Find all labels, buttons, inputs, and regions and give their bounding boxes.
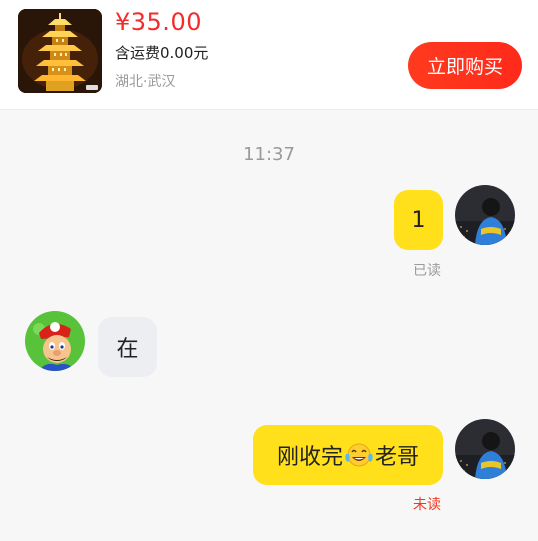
night-city-avatar-icon xyxy=(455,419,515,479)
seller-message-bubble[interactable]: 在 xyxy=(98,317,157,377)
my-avatar[interactable] xyxy=(455,419,515,479)
product-header: ¥35.00 含运费0.00元 湖北·武汉 立即购买 xyxy=(0,0,538,110)
my-avatar[interactable] xyxy=(455,185,515,245)
unread-status: 未读 xyxy=(413,497,441,513)
message-text: 老哥 xyxy=(375,445,420,470)
night-city-avatar-icon xyxy=(455,185,515,245)
yellow-crane-tower-icon xyxy=(18,9,102,93)
message-text: 1 xyxy=(411,207,426,233)
product-image[interactable] xyxy=(18,9,102,93)
shipping-fee: 含运费0.00元 xyxy=(115,44,209,62)
seller-avatar[interactable] xyxy=(25,311,85,371)
my-message-bubble[interactable]: 1 xyxy=(394,190,443,250)
product-price: ¥35.00 xyxy=(115,8,202,36)
buy-now-button[interactable]: 立即购买 xyxy=(408,42,522,89)
my-message-bubble[interactable]: 刚收完 老哥 xyxy=(253,425,443,485)
seller-location: 湖北·武汉 xyxy=(115,74,176,90)
crying-laughing-emoji-icon xyxy=(345,443,373,467)
read-status: 已读 xyxy=(413,263,441,279)
message-text: 刚收完 xyxy=(276,445,343,470)
message-text: 在 xyxy=(116,337,139,362)
chat-timestamp: 11:37 xyxy=(243,144,295,165)
mario-avatar-icon xyxy=(25,311,85,371)
